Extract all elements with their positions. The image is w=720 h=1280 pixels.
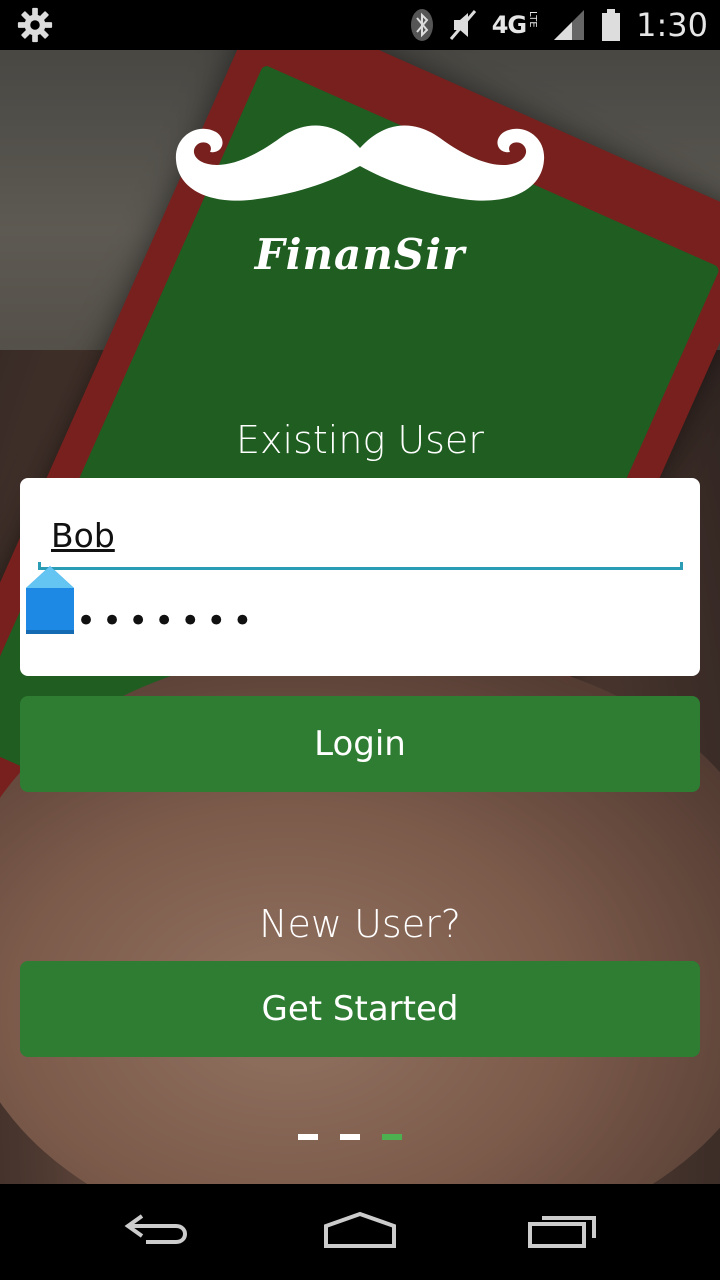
page-dot[interactable] [298, 1134, 318, 1140]
navigation-bar [0, 1184, 720, 1280]
battery-icon [602, 9, 621, 41]
brand-name: FinanSir [254, 230, 466, 279]
network-subtype: LTE [527, 11, 539, 28]
bluetooth-icon [410, 9, 433, 41]
back-icon[interactable] [124, 1210, 194, 1250]
page-indicator [298, 1134, 402, 1140]
username-underline-right [680, 562, 683, 570]
recent-apps-icon[interactable] [526, 1210, 598, 1250]
app-logo: FinanSir [170, 120, 550, 295]
login-form: Bob ••••••• [20, 478, 700, 676]
network-type: 4G [491, 11, 527, 39]
mustache-icon [175, 125, 545, 201]
signal-icon [554, 10, 585, 40]
existing-user-heading: Existing User [236, 418, 484, 462]
gear-icon[interactable] [16, 6, 54, 44]
home-icon[interactable] [322, 1210, 398, 1250]
login-button[interactable]: Login [20, 696, 700, 792]
text-cursor-handle[interactable] [24, 564, 76, 638]
status-bar: 4G LTE 1:30 [0, 0, 720, 50]
username-field[interactable]: Bob [38, 504, 683, 570]
network-indicator: 4G LTE [492, 11, 538, 39]
username-value: Bob [51, 516, 115, 555]
mute-icon [449, 10, 476, 40]
page-dot[interactable] [340, 1134, 360, 1140]
page-dot-active[interactable] [382, 1134, 402, 1140]
clock: 1:30 [636, 6, 708, 44]
get-started-button[interactable]: Get Started [20, 961, 700, 1057]
new-user-heading: New User? [259, 902, 461, 946]
password-field[interactable]: ••••••• [76, 596, 676, 646]
